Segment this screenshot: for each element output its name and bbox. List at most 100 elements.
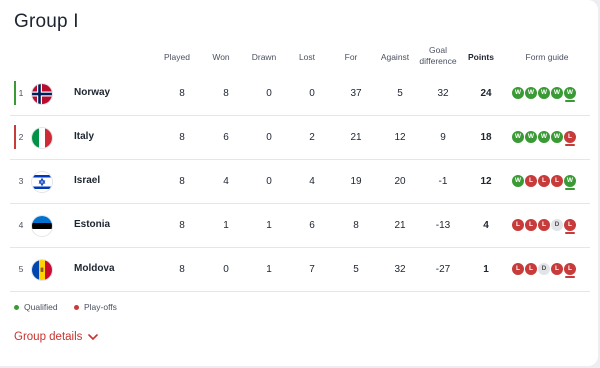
header-for: For bbox=[344, 52, 358, 62]
cell-against: 20 bbox=[394, 176, 406, 187]
rank: 2 bbox=[18, 132, 24, 142]
form-badge-win: W bbox=[512, 131, 524, 143]
cell-drawn: 1 bbox=[266, 220, 272, 231]
legend-playoffs: Play-offs bbox=[74, 302, 117, 312]
estonia-flag-icon bbox=[32, 216, 52, 236]
legend-qualified-label: Qualified bbox=[24, 302, 58, 312]
form-badge-loss: L bbox=[551, 263, 563, 275]
group-details-label: Group details bbox=[14, 331, 83, 343]
group-card: Group I Played Won Drawn Lost For Agains… bbox=[0, 0, 598, 366]
team-name[interactable]: Israel bbox=[74, 175, 100, 186]
cell-drawn: 0 bbox=[266, 88, 272, 99]
form-badge-loss: L bbox=[512, 263, 524, 275]
form-badge-loss: L bbox=[564, 131, 576, 146]
cell-diff: -27 bbox=[435, 264, 451, 275]
cell-points: 24 bbox=[480, 88, 492, 99]
cell-for: 21 bbox=[350, 132, 362, 143]
group-title: Group I bbox=[14, 11, 79, 32]
rank: 4 bbox=[18, 220, 24, 230]
form-badge-loss: L bbox=[538, 175, 550, 187]
row-divider bbox=[10, 291, 590, 292]
cell-lost: 4 bbox=[309, 176, 315, 187]
form-badge-loss: L bbox=[512, 219, 524, 231]
form-badge-loss: L bbox=[538, 219, 550, 231]
cell-won: 8 bbox=[223, 88, 229, 99]
form-badge-draw: D bbox=[551, 219, 563, 231]
table-row[interactable]: 4 Estonia 8 1 1 6 8 21 -13 4 L L L D L bbox=[10, 204, 590, 248]
header-won: Won bbox=[212, 52, 230, 62]
cell-won: 4 bbox=[223, 176, 229, 187]
cell-lost: 6 bbox=[309, 220, 315, 231]
cell-diff: 9 bbox=[440, 132, 446, 143]
form-badge-win: W bbox=[564, 175, 576, 190]
header-lost: Lost bbox=[298, 52, 316, 62]
form-guide: WLLLW bbox=[512, 175, 576, 190]
team-name[interactable]: Norway bbox=[74, 87, 110, 98]
form-badge-win: W bbox=[538, 87, 550, 99]
form-badge-loss: L bbox=[551, 175, 563, 187]
header-played: Played bbox=[164, 52, 190, 62]
form-badge-loss: L bbox=[525, 175, 537, 187]
header-drawn: Drawn bbox=[251, 52, 277, 62]
form-badge-win: W bbox=[551, 131, 563, 143]
form-badge-win: W bbox=[525, 87, 537, 99]
qualified-dot-icon bbox=[14, 304, 19, 310]
legend-qualified: Qualified bbox=[14, 302, 58, 312]
group-details-button[interactable]: Group details bbox=[14, 331, 99, 343]
form-guide: LLDLL bbox=[512, 263, 576, 278]
header-goal-difference-line1: Goal bbox=[429, 45, 447, 55]
legend-playoffs-label: Play-offs bbox=[84, 302, 117, 312]
cell-won: 6 bbox=[223, 132, 229, 143]
cell-for: 8 bbox=[353, 220, 359, 231]
cell-points: 18 bbox=[480, 132, 492, 143]
cell-played: 8 bbox=[179, 88, 185, 99]
cell-lost: 0 bbox=[309, 88, 315, 99]
cell-diff: -13 bbox=[435, 220, 451, 231]
team-name[interactable]: Estonia bbox=[74, 219, 110, 230]
team-name[interactable]: Moldova bbox=[74, 263, 115, 274]
cell-points: 12 bbox=[480, 176, 492, 187]
form-guide: WWWWW bbox=[512, 87, 576, 102]
rank: 3 bbox=[18, 176, 24, 186]
form-badge-loss: L bbox=[525, 263, 537, 275]
italy-flag-icon bbox=[32, 128, 52, 148]
form-badge-win: W bbox=[538, 131, 550, 143]
table-row[interactable]: 2 Italy 8 6 0 2 21 12 9 18 W W W W L bbox=[10, 116, 590, 160]
table-row[interactable]: 1 Norway 8 8 0 0 37 5 32 24 W W W W W bbox=[10, 72, 590, 116]
cell-against: 12 bbox=[394, 132, 406, 143]
form-badge-win: W bbox=[525, 131, 537, 143]
cell-diff: 32 bbox=[437, 88, 449, 99]
cell-played: 8 bbox=[179, 264, 185, 275]
cell-points: 4 bbox=[483, 220, 489, 231]
cell-drawn: 1 bbox=[266, 264, 272, 275]
header-points: Points bbox=[468, 52, 494, 62]
cell-played: 8 bbox=[179, 132, 185, 143]
header-form-guide: Form guide bbox=[525, 52, 569, 62]
form-guide: LLLDL bbox=[512, 219, 576, 234]
form-badge-loss: L bbox=[525, 219, 537, 231]
cell-against: 32 bbox=[394, 264, 406, 275]
form-badge-win: W bbox=[512, 175, 524, 187]
table-row[interactable]: 5 Moldova 8 0 1 7 5 32 -27 1 L L D L L bbox=[10, 248, 590, 292]
cell-won: 1 bbox=[223, 220, 229, 231]
cell-against: 5 bbox=[397, 88, 403, 99]
playoffs-dot-icon bbox=[74, 304, 79, 310]
cell-drawn: 0 bbox=[266, 176, 272, 187]
cell-played: 8 bbox=[179, 176, 185, 187]
cell-diff: -1 bbox=[438, 176, 448, 187]
norway-flag-icon bbox=[32, 84, 52, 104]
cell-played: 8 bbox=[179, 220, 185, 231]
header-goal-difference: Goal difference bbox=[414, 45, 462, 67]
team-name[interactable]: Italy bbox=[74, 131, 94, 142]
table-row[interactable]: 3 Israel 8 4 0 4 19 20 -1 12 W L L L W bbox=[10, 160, 590, 204]
form-badge-win: W bbox=[564, 87, 576, 102]
form-badge-win: W bbox=[551, 87, 563, 99]
header-against: Against bbox=[380, 52, 410, 62]
form-guide: WWWWL bbox=[512, 131, 576, 146]
chevron-down-icon bbox=[88, 333, 99, 340]
cell-for: 5 bbox=[353, 264, 359, 275]
cell-lost: 7 bbox=[309, 264, 315, 275]
cell-won: 0 bbox=[223, 264, 229, 275]
form-badge-win: W bbox=[512, 87, 524, 99]
form-badge-draw: D bbox=[538, 263, 550, 275]
